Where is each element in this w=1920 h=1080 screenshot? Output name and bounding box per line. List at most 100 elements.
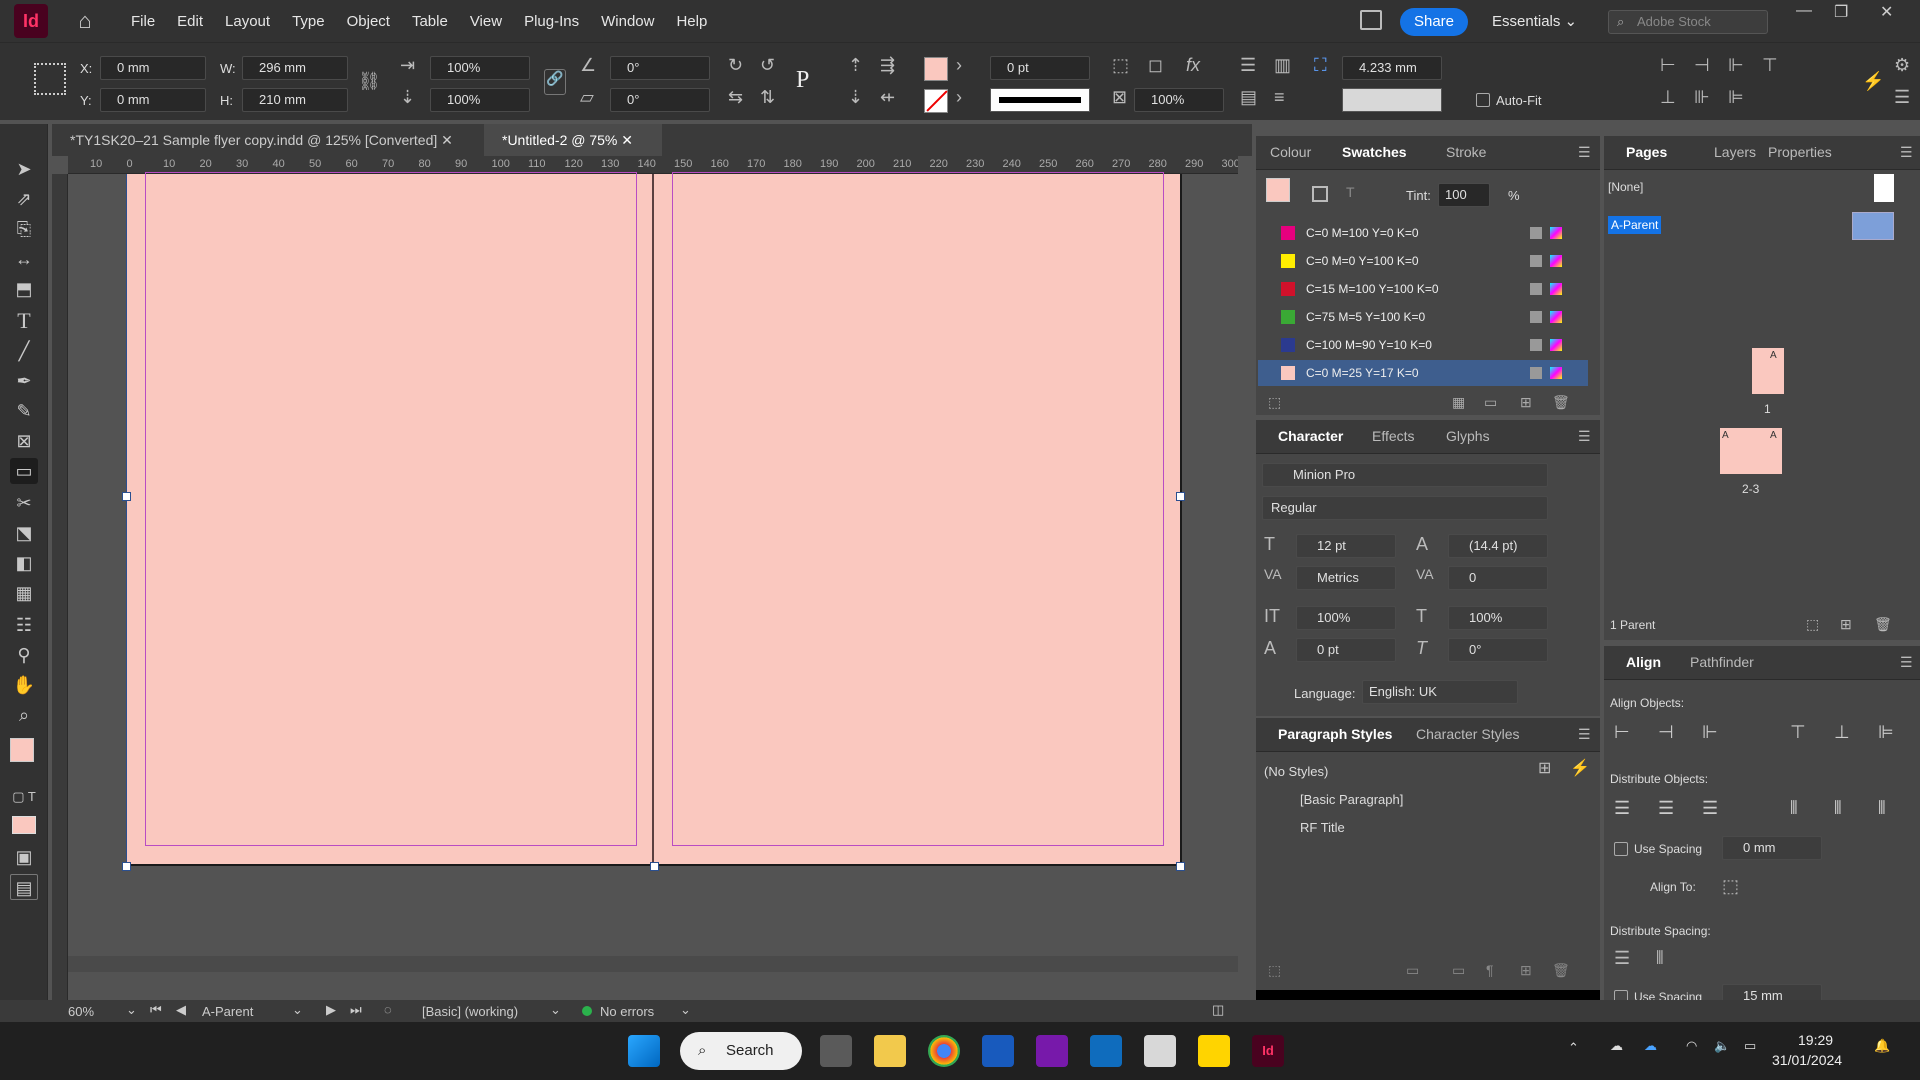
- menu-plugins[interactable]: Plug-Ins: [513, 13, 590, 30]
- selection-handle[interactable]: [122, 492, 131, 501]
- flip-vertical-icon[interactable]: ⇅: [760, 87, 775, 108]
- align-left-icon[interactable]: ⊢: [1660, 55, 1676, 76]
- panel-menu-icon[interactable]: ☰: [1578, 144, 1591, 161]
- eyedropper-tool-icon[interactable]: ⚲: [10, 642, 38, 668]
- menu-file[interactable]: File: [120, 13, 166, 30]
- clock-date[interactable]: 31/01/2024: [1772, 1052, 1842, 1068]
- autofit-checkbox[interactable]: [1476, 93, 1490, 107]
- columns-icon[interactable]: ▥: [1274, 55, 1291, 76]
- baseline-shift-field[interactable]: 0 pt: [1296, 638, 1396, 662]
- clear-overrides-icon[interactable]: ¶: [1486, 962, 1494, 978]
- font-family-select[interactable]: Minion Pro: [1262, 463, 1548, 487]
- select-content-icon[interactable]: ⇣: [848, 87, 863, 108]
- windows-start-icon[interactable]: [628, 1035, 660, 1067]
- preflight-profile[interactable]: [Basic] (working): [422, 1004, 518, 1019]
- quick-apply-icon[interactable]: ⚡: [1862, 71, 1884, 92]
- document-open-icon[interactable]: ◌: [384, 1002, 392, 1017]
- tab-character[interactable]: Character: [1278, 428, 1343, 444]
- baseline-grid-icon[interactable]: ≡: [1274, 87, 1285, 108]
- stroke-type-select[interactable]: [990, 88, 1090, 112]
- delete-swatch-icon[interactable]: 🗑: [1552, 394, 1570, 411]
- show-swatches-icon[interactable]: ⬚: [1268, 394, 1281, 411]
- a-parent-thumb[interactable]: [1852, 212, 1894, 240]
- scale-x-field[interactable]: 100%: [430, 56, 530, 80]
- style-group-icon[interactable]: ▭: [1406, 962, 1419, 979]
- vertical-ruler[interactable]: [52, 174, 68, 1000]
- tab-colour[interactable]: Colour: [1270, 144, 1311, 160]
- panel-menu-icon[interactable]: ☰: [1578, 726, 1591, 743]
- chevron-right-icon[interactable]: ›: [956, 87, 962, 108]
- menu-object[interactable]: Object: [336, 13, 401, 30]
- distribute-bottom-icon[interactable]: ☰: [1702, 798, 1718, 819]
- align-hcenter-icon[interactable]: ⊣: [1694, 55, 1710, 76]
- page-tool-icon[interactable]: ⎘: [10, 216, 38, 242]
- tab-sample-flyer[interactable]: *TY1SK20–21 Sample flyer copy.indd @ 125…: [52, 124, 482, 156]
- align-hcenter-icon[interactable]: ⊣: [1658, 722, 1674, 743]
- zoom-tool-icon[interactable]: ⌕: [10, 702, 38, 728]
- page-select[interactable]: A-Parent: [202, 1004, 253, 1019]
- menu-type[interactable]: Type: [281, 13, 336, 30]
- tracking-field[interactable]: 0: [1448, 566, 1548, 590]
- tab-swatches[interactable]: Swatches: [1342, 144, 1407, 160]
- scissors-tool-icon[interactable]: ✂: [10, 490, 38, 516]
- align-right-icon[interactable]: ⊩: [1728, 55, 1744, 76]
- vertical-scale-field[interactable]: 100%: [1296, 606, 1396, 630]
- kerning-field[interactable]: Metrics: [1296, 566, 1396, 590]
- rotate-cw-icon[interactable]: ↻: [728, 55, 743, 76]
- swatch-item[interactable]: C=0 M=100 Y=0 K=0: [1258, 220, 1588, 246]
- none-parent[interactable]: [None]: [1608, 180, 1643, 194]
- new-style-icon[interactable]: ⊞: [1520, 962, 1532, 979]
- note-tool-icon[interactable]: ☷: [10, 612, 38, 638]
- screen-mode-tool-icon[interactable]: ▤: [10, 874, 38, 900]
- menu-window[interactable]: Window: [590, 13, 665, 30]
- notification-icon[interactable]: 🔔: [1874, 1038, 1890, 1054]
- selection-handle[interactable]: [1176, 492, 1185, 501]
- tab-untitled-2[interactable]: *Untitled-2 @ 75% ✕: [484, 124, 662, 156]
- tab-pathfinder[interactable]: Pathfinder: [1690, 654, 1754, 670]
- swatch-item[interactable]: C=0 M=0 Y=100 K=0: [1258, 248, 1588, 274]
- align-left-icon[interactable]: ⊢: [1614, 722, 1630, 743]
- page-1-thumb[interactable]: A: [1752, 348, 1784, 394]
- font-style-select[interactable]: Regular: [1262, 496, 1548, 520]
- close-icon[interactable]: ✕: [441, 132, 453, 148]
- align-right-icon[interactable]: ⊩: [1702, 722, 1718, 743]
- snipping-tool-icon[interactable]: [1144, 1035, 1176, 1067]
- tab-properties[interactable]: Properties: [1768, 144, 1832, 160]
- fill-color-icon[interactable]: [10, 738, 34, 762]
- rectangle-frame-tool-icon[interactable]: ⊠: [10, 428, 38, 454]
- swatch-item[interactable]: C=75 M=5 Y=100 K=0: [1258, 304, 1588, 330]
- align-vcenter-icon[interactable]: ⊥: [1660, 87, 1676, 108]
- restore-icon[interactable]: ❐: [1834, 2, 1848, 22]
- taskbar-search[interactable]: ⌕ Search: [680, 1032, 802, 1070]
- shadow-icon[interactable]: ◻: [1148, 55, 1163, 76]
- tab-character-styles[interactable]: Character Styles: [1416, 726, 1519, 742]
- container-icon[interactable]: [1312, 186, 1328, 202]
- select-container-icon[interactable]: ⇡: [848, 55, 863, 76]
- word-icon[interactable]: [982, 1035, 1014, 1067]
- split-view-icon[interactable]: ◫: [1212, 1002, 1224, 1018]
- horizontal-scale-field[interactable]: 100%: [1448, 606, 1548, 630]
- home-icon[interactable]: ⌂: [70, 8, 100, 34]
- close-icon[interactable]: ✕: [621, 132, 633, 148]
- menu-view[interactable]: View: [459, 13, 513, 30]
- screen-mode-icon[interactable]: [1360, 10, 1382, 30]
- language-select[interactable]: English: UK: [1362, 680, 1518, 704]
- panel-menu-icon[interactable]: ☰: [1900, 654, 1913, 671]
- folder-icon[interactable]: ▭: [1452, 962, 1465, 979]
- tab-effects[interactable]: Effects: [1372, 428, 1415, 444]
- a-parent-item[interactable]: A-Parent: [1608, 216, 1662, 234]
- first-page-icon[interactable]: ⏮: [150, 1002, 162, 1018]
- text-icon[interactable]: T: [1346, 184, 1355, 200]
- swatch-view-icon[interactable]: ▦: [1452, 394, 1465, 411]
- align-left-edges-icon[interactable]: ☰: [1240, 55, 1256, 76]
- paragraph-style-item[interactable]: [Basic Paragraph]: [1300, 792, 1403, 807]
- edit-page-size-icon[interactable]: ⬚: [1806, 616, 1819, 633]
- chrome-icon[interactable]: [928, 1035, 960, 1067]
- x-field[interactable]: 0 mm: [100, 56, 206, 80]
- content-collector-icon[interactable]: ⬒: [10, 276, 38, 302]
- minimize-icon[interactable]: —: [1796, 2, 1812, 20]
- formatting-affects-container-icon[interactable]: ▢ T: [10, 784, 38, 810]
- wifi-icon[interactable]: ◠: [1686, 1038, 1697, 1054]
- align-bottom-icon[interactable]: ⊫: [1878, 722, 1894, 743]
- distribute-vspace-icon[interactable]: ☰: [1614, 948, 1630, 969]
